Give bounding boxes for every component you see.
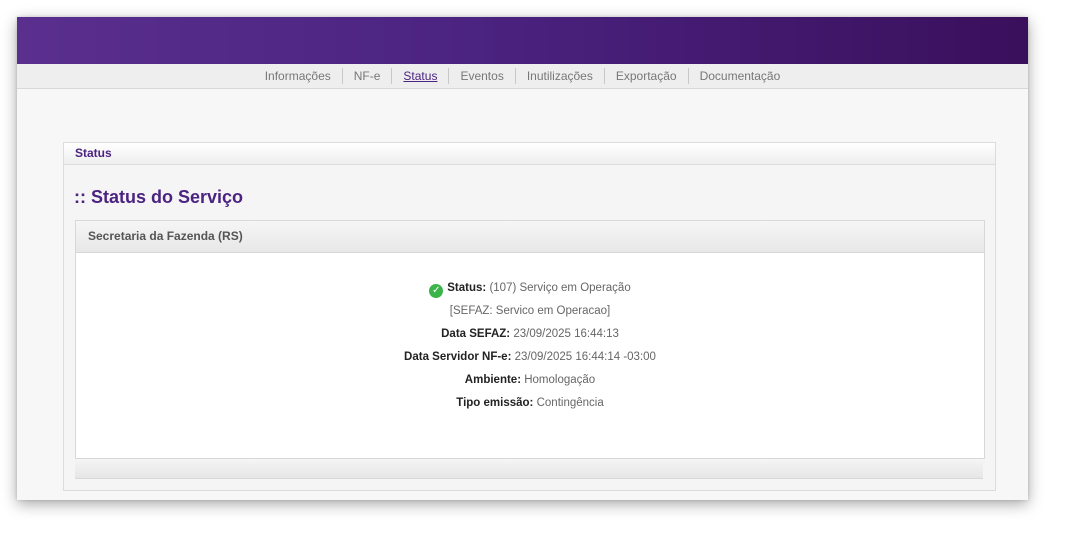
data-sefaz-label: Data SEFAZ: bbox=[441, 328, 511, 340]
ambiente-label: Ambiente: bbox=[464, 374, 522, 386]
app-window: Informações NF-e Status Eventos Inutiliz… bbox=[17, 17, 1028, 500]
data-sefaz-value: 23/09/2025 16:44:13 bbox=[513, 328, 619, 340]
ambiente-line: Ambiente: Homologação bbox=[76, 369, 984, 392]
section-title: :: Status do Serviço bbox=[74, 187, 244, 207]
status-panel: Status :: Status do Serviço Secretaria d… bbox=[63, 142, 996, 491]
status-value: (107) Serviço em Operação bbox=[489, 282, 631, 294]
main-nav: Informações NF-e Status Eventos Inutiliz… bbox=[17, 64, 1028, 89]
sefaz-message-line: [SEFAZ: Servico em Operacao] bbox=[76, 300, 984, 323]
tipo-emissao-line: Tipo emissão: Contingência bbox=[76, 392, 984, 415]
tipo-emissao-label: Tipo emissão: bbox=[456, 397, 534, 409]
ambiente-value: Homologação bbox=[524, 374, 596, 386]
data-sefaz-line: Data SEFAZ: 23/09/2025 16:44:13 bbox=[76, 323, 984, 346]
subpanel-header: Secretaria da Fazenda (RS) bbox=[76, 221, 984, 253]
check-circle-icon: ✓ bbox=[429, 284, 444, 298]
tipo-emissao-value: Contingência bbox=[536, 397, 604, 409]
data-servidor-value: 23/09/2025 16:44:14 -03:00 bbox=[514, 351, 656, 363]
panel-footer-bar bbox=[75, 461, 983, 479]
status-body: ✓ Status: (107) Serviço em Operação [SEFA… bbox=[76, 253, 984, 415]
nav-item-status[interactable]: Status bbox=[391, 68, 448, 84]
nav-item-exportacao[interactable]: Exportação bbox=[603, 68, 688, 84]
nav-item-informacoes[interactable]: Informações bbox=[254, 68, 342, 84]
nav-item-eventos[interactable]: Eventos bbox=[448, 68, 514, 84]
data-servidor-line: Data Servidor NF-e: 23/09/2025 16:44:14 … bbox=[76, 346, 984, 369]
status-line: ✓ Status: (107) Serviço em Operação bbox=[76, 277, 984, 300]
nav-item-inutilizacoes[interactable]: Inutilizações bbox=[514, 68, 604, 84]
nav-item-documentacao[interactable]: Documentação bbox=[687, 68, 792, 84]
data-servidor-label: Data Servidor NF-e: bbox=[404, 351, 512, 363]
sefaz-message: [SEFAZ: Servico em Operacao] bbox=[449, 305, 611, 317]
sefaz-subpanel: Secretaria da Fazenda (RS) ✓ Status: (107… bbox=[75, 220, 985, 459]
panel-header: Status bbox=[64, 143, 995, 165]
header-banner bbox=[17, 17, 1028, 64]
status-label: Status: bbox=[447, 282, 487, 294]
nav-item-nfe[interactable]: NF-e bbox=[341, 68, 392, 84]
